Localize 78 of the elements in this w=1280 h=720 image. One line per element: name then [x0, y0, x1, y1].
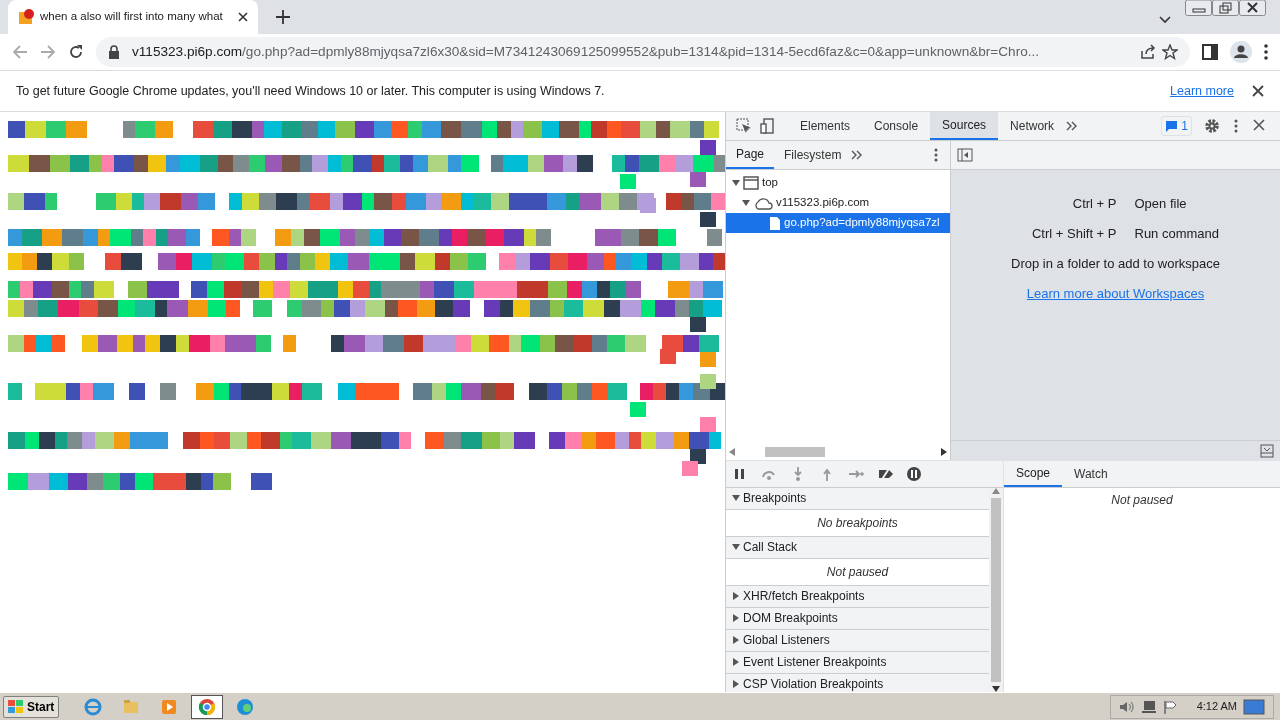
flag-icon[interactable]: [1162, 699, 1179, 714]
menu-icon[interactable]: [934, 147, 938, 163]
reload-icon[interactable]: [68, 44, 84, 60]
update-message: To get future Google Chrome updates, you'll need Windows 10 or later. This computer is using Windows 7.: [16, 82, 606, 100]
network-icon[interactable]: [1140, 699, 1157, 714]
star-icon[interactable]: [1162, 44, 1178, 60]
devtools-tab[interactable]: Console: [862, 112, 931, 140]
close-icon[interactable]: [1239, 0, 1266, 16]
folder-icon: [122, 697, 141, 716]
menu-icon[interactable]: [1234, 118, 1238, 134]
tree-item[interactable]: go.php?ad=dpmly88mjyqsa7zl: [726, 213, 950, 233]
share-icon[interactable]: [1140, 44, 1156, 60]
tree-item[interactable]: top: [726, 173, 950, 193]
toggle-debugger-icon[interactable]: [1260, 443, 1274, 458]
sidebar-tab[interactable]: Watch: [1062, 461, 1120, 488]
section-header[interactable]: Global Listeners: [726, 629, 989, 652]
section-header[interactable]: XHR/fetch Breakpoints: [726, 585, 989, 608]
empty-message: No breakpoints: [726, 509, 989, 537]
new-tab-icon[interactable]: [276, 10, 290, 24]
chrome-icon: [198, 697, 217, 716]
side-panel-icon[interactable]: [1202, 44, 1218, 60]
tree-item[interactable]: v115323.pi6p.com: [726, 193, 950, 213]
section-header[interactable]: Call Stack: [726, 536, 989, 559]
inspect-icon[interactable]: [736, 118, 752, 134]
more-tabs-icon[interactable]: [1066, 121, 1079, 131]
workspaces-link[interactable]: Learn more about Workspaces: [1026, 284, 1205, 304]
restore-icon[interactable]: [1212, 0, 1239, 16]
expanded-arrow-icon[interactable]: [732, 179, 740, 187]
shortcut-keys: Ctrl + Shift + P: [996, 224, 1117, 254]
device-icon[interactable]: [760, 118, 774, 134]
scroll-right-icon[interactable]: [941, 448, 947, 457]
close-icon[interactable]: [1252, 85, 1264, 97]
shortcut-action: Run command: [1134, 225, 1221, 243]
start-button[interactable]: Start: [3, 695, 60, 718]
media-player-icon: [160, 697, 179, 716]
menu-icon[interactable]: [1264, 44, 1268, 60]
speaker-icon[interactable]: [1118, 699, 1135, 714]
taskbar-app[interactable]: [191, 694, 224, 719]
lock-icon: [108, 45, 120, 59]
browser-icon: [84, 697, 103, 716]
file-icon: [769, 215, 781, 231]
url-text: v115323.pi6p.com/go.php?ad=dpmly88mjyqsa7zl6x30&sid=M7341243069125099552&pub=1314&pid=1314-5ecd6faz&c=0&app=unknown&br=Chro...: [132, 42, 1041, 61]
shortcut-action: Open file: [1134, 195, 1188, 213]
scroll-left-icon[interactable]: [729, 448, 735, 457]
workspace-hint: Drop in a folder to add to workspace: [1011, 255, 1220, 273]
edge-icon: [236, 697, 255, 716]
show-desktop-icon[interactable]: [1243, 698, 1265, 715]
navigator-tab[interactable]: Filesystem: [774, 141, 852, 169]
section-header[interactable]: DOM Breakpoints: [726, 607, 989, 630]
expanded-arrow-icon[interactable]: [742, 199, 750, 207]
more-tabs-icon[interactable]: [851, 150, 864, 160]
cloud-icon: [753, 196, 773, 210]
windows-logo-icon: [8, 699, 24, 714]
empty-message: Not paused: [1110, 492, 1174, 510]
learn-more-link[interactable]: Learn more: [1170, 81, 1234, 101]
close-icon[interactable]: [238, 12, 248, 22]
pause-on-exceptions-icon[interactable]: [906, 465, 923, 482]
section-header[interactable]: Event Listener Breakpoints: [726, 651, 989, 674]
settings-icon[interactable]: [1204, 118, 1220, 134]
profile-icon[interactable]: [1230, 41, 1252, 63]
address-bar[interactable]: v115323.pi6p.com/go.php?ad=dpmly88mjyqsa7zl6x30&sid=M7341243069125099552&pub=1314&pid=1314-5ecd6faz&c=0&app=unknown&br=Chro...: [96, 37, 1190, 67]
shortcut-keys: Ctrl + P: [996, 194, 1117, 224]
browser-tab[interactable]: when a also will first into many what: [8, 0, 258, 34]
window-icon: [743, 176, 759, 190]
vertical-scrollbar[interactable]: [989, 487, 1003, 692]
section-header[interactable]: Breakpoints: [726, 487, 989, 510]
favicon-icon: [18, 9, 34, 25]
devtools-tab[interactable]: Sources: [930, 112, 999, 140]
minimize-icon[interactable]: [1185, 0, 1212, 16]
empty-message: Not paused: [726, 558, 989, 586]
tab-title: when a also will first into many what: [40, 9, 224, 25]
tab-search-icon[interactable]: [1159, 16, 1171, 24]
devtools-tab[interactable]: Elements: [788, 112, 863, 140]
clock: 4:12 AM: [1196, 699, 1237, 715]
issues-counter[interactable]: 1: [1161, 116, 1192, 136]
message-icon: [1165, 120, 1179, 132]
toggle-navigator-icon[interactable]: [957, 148, 973, 162]
devtools-tab[interactable]: Network: [998, 112, 1067, 140]
